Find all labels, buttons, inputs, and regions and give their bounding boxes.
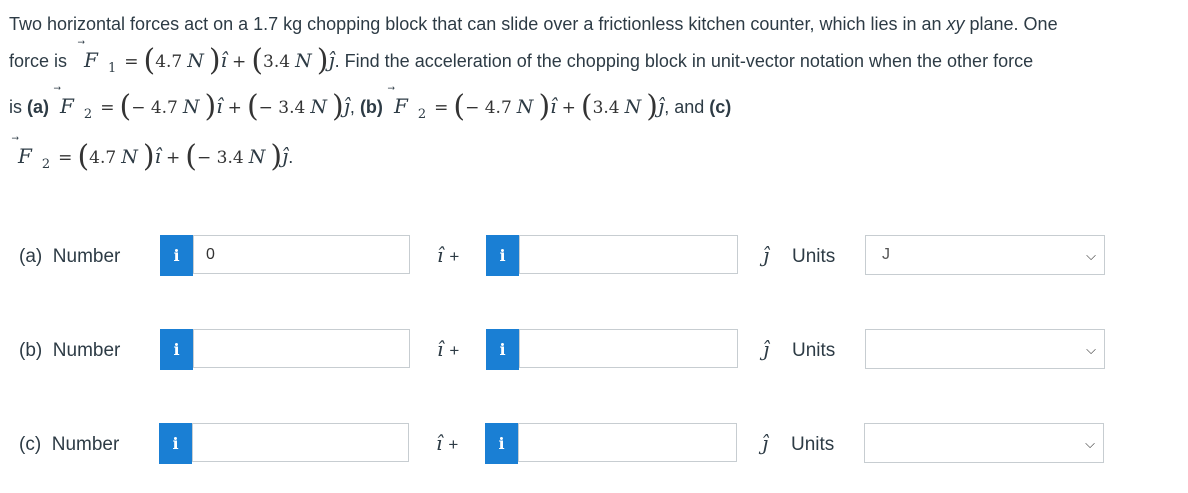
and-text: , and	[664, 97, 705, 117]
i-hat-plus: î +	[436, 431, 459, 455]
unit: N	[624, 96, 642, 118]
chevron-down-icon: ⌵	[1085, 436, 1095, 451]
part-c-label: (c)	[709, 97, 732, 117]
x-component-input[interactable]	[193, 329, 410, 368]
units-select[interactable]: ⌵	[864, 423, 1104, 463]
j-hat: ĵ	[657, 94, 665, 118]
units-label: Units	[791, 434, 835, 455]
units-label: Units	[792, 246, 836, 267]
unit: N	[248, 146, 266, 168]
unit: N	[295, 50, 312, 72]
f2-symbol: ⃗F	[18, 144, 32, 168]
j-hat: ĵ	[343, 94, 350, 118]
y-component-input[interactable]	[519, 329, 738, 368]
units-select[interactable]: J ⌵	[865, 235, 1105, 275]
x-component-input[interactable]: 0	[193, 235, 410, 274]
f1-subscript: 1	[107, 61, 117, 76]
c-x: 4.7	[89, 148, 117, 168]
info-icon[interactable]: i	[160, 235, 193, 276]
j-hat-label: ĵ	[763, 337, 770, 361]
info-icon[interactable]: i	[159, 423, 192, 464]
row-label: (b) Number	[19, 340, 121, 361]
y-component-input[interactable]	[519, 235, 738, 274]
f2-subscript: 2	[83, 107, 93, 122]
i-hat-plus: î +	[437, 243, 460, 267]
i-hat: î	[550, 94, 557, 118]
part-a-label: (a)	[27, 97, 50, 117]
a-x: − 4.7	[131, 98, 178, 118]
f1-symbol: ⃗F	[84, 48, 98, 72]
chevron-down-icon: ⌵	[1086, 342, 1096, 357]
unit: N	[516, 96, 534, 118]
force-is-text: force is	[9, 51, 68, 71]
f2-subscript: 2	[417, 107, 427, 122]
b-x: − 4.7	[465, 98, 512, 118]
info-icon[interactable]: i	[485, 423, 518, 464]
chevron-down-icon: ⌵	[1086, 248, 1096, 263]
row-label: (c) Number	[19, 434, 120, 455]
i-hat-plus: î +	[437, 337, 460, 361]
xy-text: xy	[946, 14, 965, 34]
f1-x: 4.7	[155, 52, 183, 72]
y-component-input[interactable]	[518, 423, 737, 462]
j-hat-label: ĵ	[762, 431, 769, 455]
answer-row-b: (b) Number i î + i ĵ Units ⌵	[0, 329, 1188, 371]
part-b-label: (b)	[359, 97, 383, 117]
units-label: Units	[792, 340, 836, 361]
f1-y: 3.4	[263, 52, 291, 72]
a-y: − 3.4	[258, 98, 306, 118]
i-hat: î	[216, 94, 223, 118]
info-icon[interactable]: i	[486, 329, 519, 370]
answer-row-a: (a) Number i 0 î + i ĵ Units J ⌵	[0, 235, 1188, 277]
answer-row-c: (c) Number i î + i ĵ Units ⌵	[0, 423, 1188, 465]
f2-symbol: ⃗F	[60, 94, 74, 118]
b-y: 3.4	[592, 98, 620, 118]
j-hat-label: ĵ	[763, 243, 770, 267]
f2-symbol: ⃗F	[393, 94, 408, 118]
info-icon[interactable]: i	[486, 235, 519, 276]
i-hat: î	[220, 48, 228, 72]
question-text: plane. One	[964, 14, 1058, 34]
unit: N	[121, 146, 138, 168]
question-line-4: ⃗F2= (4.7 N )î + (− 3.4 N )ĵ.	[18, 139, 294, 174]
question-line-2: force is ⃗F1= (4.7 N )î + (3.4 N )ĵ. Fin…	[9, 43, 1034, 78]
info-icon[interactable]: i	[160, 329, 193, 370]
i-hat: î	[154, 144, 161, 168]
unit: N	[187, 50, 204, 72]
c-y: − 3.4	[196, 148, 244, 168]
j-hat: ĵ	[282, 144, 289, 168]
f2-subscript: 2	[41, 157, 51, 172]
unit: N	[182, 96, 200, 118]
question-line-1: Two horizontal forces act on a 1.7 kg ch…	[9, 12, 1058, 36]
is-text: is	[9, 97, 22, 117]
question-text: Two horizontal forces act on a 1.7 kg ch…	[9, 14, 947, 34]
units-select[interactable]: ⌵	[865, 329, 1105, 369]
x-component-input[interactable]	[192, 423, 409, 462]
unit: N	[310, 96, 327, 118]
j-hat: ĵ	[328, 48, 335, 72]
row-label: (a) Number	[19, 246, 121, 267]
question-text: . Find the acceleration of the chopping …	[334, 51, 1034, 71]
question-line-3: is (a) ⃗F2= (− 4.7 N )î + (− 3.4 N )ĵ, (…	[9, 89, 732, 124]
